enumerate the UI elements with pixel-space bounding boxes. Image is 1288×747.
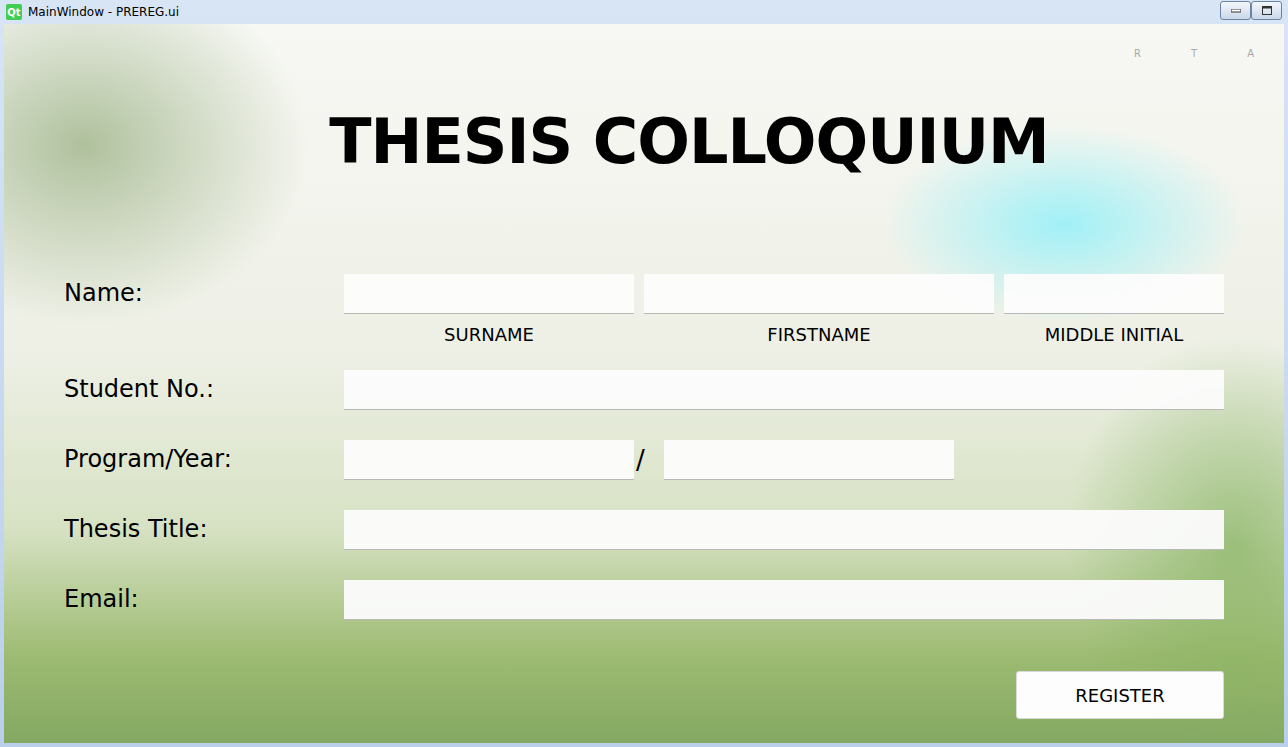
- corner-mark: A: [1247, 48, 1254, 59]
- title-bar: Qt MainWindow - PREREG.ui: [4, 0, 1284, 24]
- text-input[interactable]: [344, 440, 634, 480]
- qt-logo-icon: Qt: [6, 4, 22, 20]
- corner-mark: R: [1134, 48, 1141, 59]
- text-input[interactable]: [344, 274, 634, 314]
- window-title: MainWindow - PREREG.ui: [28, 5, 1214, 19]
- input-row: [344, 510, 1224, 550]
- text-input[interactable]: [664, 440, 954, 480]
- field-label: Thesis Title:: [64, 510, 344, 546]
- corner-marks: RTA: [1134, 48, 1254, 59]
- separator: /: [634, 442, 664, 478]
- form-row: Student No.:: [64, 370, 1284, 410]
- field-label: Name:: [64, 274, 344, 310]
- field-label: Student No.:: [64, 370, 344, 406]
- actions: REGISTER: [64, 671, 1224, 719]
- field-group: [344, 370, 1224, 410]
- caption-row: SURNAME FIRSTNAME MIDDLE INITIAL: [344, 314, 1224, 346]
- text-input[interactable]: [644, 274, 994, 314]
- form-row: Name:SURNAME FIRSTNAME MIDDLE INITIAL: [64, 274, 1284, 346]
- form-row: Program/Year: /: [64, 440, 1284, 480]
- field-caption: FIRSTNAME: [644, 324, 994, 346]
- field-label: Program/Year:: [64, 440, 344, 476]
- minimize-button[interactable]: [1220, 1, 1251, 20]
- field-caption: MIDDLE INITIAL: [1004, 324, 1224, 346]
- minimize-icon: [1231, 9, 1241, 13]
- window: Qt MainWindow - PREREG.ui R T A THESIS COLLOQ…: [0, 0, 1288, 747]
- maximize-button[interactable]: [1251, 1, 1282, 20]
- register-button[interactable]: REGISTER: [1016, 671, 1224, 719]
- maximize-icon: [1262, 6, 1272, 15]
- text-input[interactable]: [344, 580, 1224, 620]
- field-label: Email:: [64, 580, 344, 616]
- window-controls: [1220, 1, 1282, 20]
- field-group: /: [344, 440, 1224, 480]
- input-row: [344, 580, 1224, 620]
- text-input[interactable]: [344, 370, 1224, 410]
- form-row: Email:: [64, 580, 1284, 620]
- input-row: [344, 370, 1224, 410]
- field-group: [344, 580, 1224, 620]
- heading: THESIS COLLOQUIUM: [64, 105, 1224, 179]
- field-group: SURNAME FIRSTNAME MIDDLE INITIAL: [344, 274, 1224, 346]
- input-row: /: [344, 440, 1224, 480]
- form-row: Thesis Title:: [64, 510, 1284, 550]
- field-group: [344, 510, 1224, 550]
- text-input[interactable]: [344, 510, 1224, 550]
- input-row: [344, 274, 1224, 314]
- corner-mark: T: [1191, 48, 1197, 59]
- text-input[interactable]: [1004, 274, 1224, 314]
- client-area: R T A THESIS COLLOQUIUM Name:SURNAME FIRSTNAM…: [4, 24, 1284, 743]
- field-caption: SURNAME: [344, 324, 634, 346]
